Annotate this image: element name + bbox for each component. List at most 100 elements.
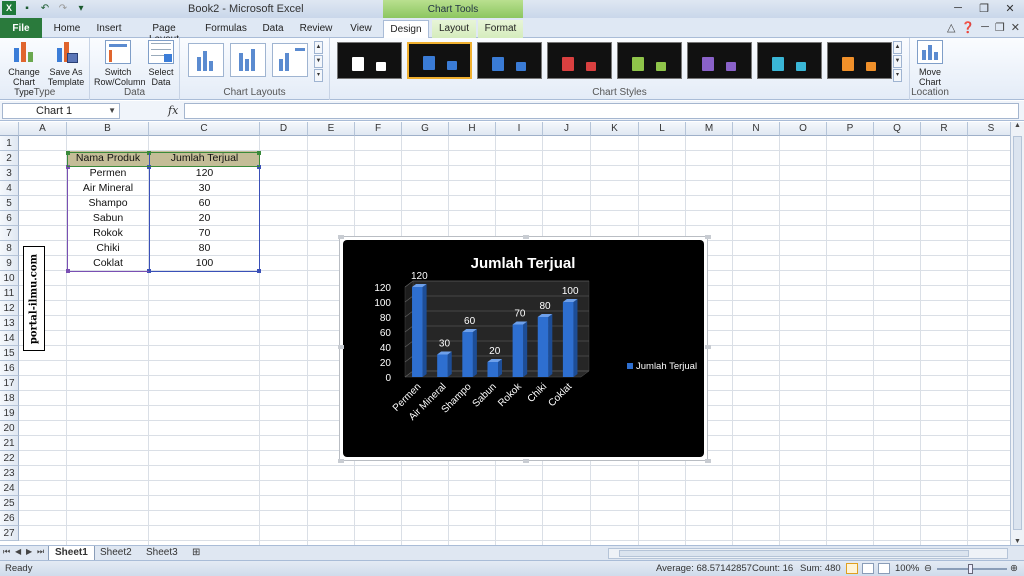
chart-resize-handle[interactable] xyxy=(705,459,711,463)
row-header-16[interactable]: 16 xyxy=(0,361,19,376)
row-header-1[interactable]: 1 xyxy=(0,136,19,151)
column-header-E[interactable]: E xyxy=(308,122,355,136)
row-header-4[interactable]: 4 xyxy=(0,181,19,196)
column-header-P[interactable]: P xyxy=(827,122,874,136)
row-header-5[interactable]: 5 xyxy=(0,196,19,211)
chart-area[interactable]: Jumlah Terjual 0 20 40 60 80 100 120 120 Permen 30… xyxy=(343,240,704,457)
redo-icon[interactable]: ↷ xyxy=(56,1,70,15)
styles-more-icon[interactable]: ▾ xyxy=(893,69,902,82)
customize-qat-icon[interactable]: ▾ xyxy=(74,1,88,15)
layouts-up-icon[interactable]: ▲ xyxy=(314,41,323,54)
row-header-17[interactable]: 17 xyxy=(0,376,19,391)
zoom-out-icon[interactable]: ⊖ xyxy=(924,561,932,576)
undo-icon[interactable]: ↶ xyxy=(38,1,52,15)
chart-style-thumb-6[interactable] xyxy=(687,42,752,79)
chart-resize-handle[interactable] xyxy=(523,459,529,463)
row-header-3[interactable]: 3 xyxy=(0,166,19,181)
save-as-template-button[interactable]: Save As Template xyxy=(46,40,86,87)
horizontal-scrollbar[interactable] xyxy=(608,548,1008,559)
chart-style-thumb-3[interactable] xyxy=(477,42,542,79)
first-sheet-icon[interactable]: ⏮ xyxy=(3,547,10,557)
zoom-level[interactable]: 100% xyxy=(895,561,919,576)
last-sheet-icon[interactable]: ⏭ xyxy=(37,547,44,557)
insert-function-icon[interactable]: fx xyxy=(168,104,178,117)
next-sheet-icon[interactable]: ▶ xyxy=(26,547,32,556)
layouts-scroll[interactable]: ▲ ▼ ▾ xyxy=(314,41,323,82)
save-icon[interactable]: ▪ xyxy=(20,1,34,15)
tab-formulas[interactable]: Formulas xyxy=(203,20,249,38)
column-header-J[interactable]: J xyxy=(543,122,591,136)
workbook-close-icon[interactable]: ✕ xyxy=(1011,21,1020,34)
tab-review[interactable]: Review xyxy=(298,20,334,38)
column-header-G[interactable]: G xyxy=(402,122,449,136)
layout-thumb-2[interactable] xyxy=(230,43,266,77)
prev-sheet-icon[interactable]: ◀ xyxy=(15,547,21,556)
name-box[interactable]: Chart 1 ▼ xyxy=(2,103,120,119)
tab-layout[interactable]: Layout xyxy=(432,20,476,38)
row-header-23[interactable]: 23 xyxy=(0,466,19,481)
page-layout-view-icon[interactable] xyxy=(862,563,874,574)
chart-resize-handle[interactable] xyxy=(338,345,344,349)
chart-resize-handle[interactable] xyxy=(705,235,711,239)
vertical-scroll-thumb[interactable] xyxy=(1013,136,1022,530)
sheet-tab-1[interactable]: Sheet1 xyxy=(48,546,95,560)
scroll-down-icon[interactable]: ▼ xyxy=(1011,538,1024,545)
row-header-18[interactable]: 18 xyxy=(0,391,19,406)
row-header-22[interactable]: 22 xyxy=(0,451,19,466)
column-header-H[interactable]: H xyxy=(449,122,496,136)
column-header-M[interactable]: M xyxy=(686,122,733,136)
minimize-ribbon-icon[interactable]: △ xyxy=(947,21,955,34)
worksheet-grid[interactable]: ABCDEFGHIJKLMNOPQRS 1 2 3 4 5 6 7 8 9 10 11 12 13 14 1… xyxy=(0,122,1024,545)
sheet-tab-2[interactable]: Sheet2 xyxy=(94,546,138,560)
insert-sheet-icon[interactable]: ⊞ xyxy=(186,546,204,560)
chart-resize-handle[interactable] xyxy=(523,235,529,239)
layouts-more-icon[interactable]: ▾ xyxy=(314,69,323,82)
horizontal-scroll-thumb[interactable] xyxy=(619,550,969,557)
row-header-21[interactable]: 21 xyxy=(0,436,19,451)
row-header-7[interactable]: 7 xyxy=(0,226,19,241)
page-break-view-icon[interactable] xyxy=(878,563,890,574)
scroll-up-icon[interactable]: ▲ xyxy=(1011,122,1024,129)
tab-format[interactable]: Format xyxy=(478,20,523,38)
column-header-A[interactable]: A xyxy=(19,122,67,136)
row-header-10[interactable]: 10 xyxy=(0,271,19,286)
chart-style-thumb-4[interactable] xyxy=(547,42,612,79)
layouts-down-icon[interactable]: ▼ xyxy=(314,55,323,68)
workbook-minimize-icon[interactable]: ─ xyxy=(981,21,989,34)
layout-thumb-1[interactable] xyxy=(188,43,224,77)
row-header-27[interactable]: 27 xyxy=(0,526,19,541)
row-header-11[interactable]: 11 xyxy=(0,286,19,301)
styles-scroll[interactable]: ▲ ▼ ▾ xyxy=(893,41,902,82)
sheet-tab-3[interactable]: Sheet3 xyxy=(140,546,184,560)
normal-view-icon[interactable] xyxy=(846,563,858,574)
row-header-8[interactable]: 8 xyxy=(0,241,19,256)
chart-resize-handle[interactable] xyxy=(338,235,344,239)
zoom-in-icon[interactable]: ⊕ xyxy=(1010,561,1018,576)
row-header-26[interactable]: 26 xyxy=(0,511,19,526)
row-header-25[interactable]: 25 xyxy=(0,496,19,511)
row-header-12[interactable]: 12 xyxy=(0,301,19,316)
select-all-corner[interactable] xyxy=(0,122,19,136)
column-header-K[interactable]: K xyxy=(591,122,639,136)
tab-data[interactable]: Data xyxy=(259,20,287,38)
row-header-19[interactable]: 19 xyxy=(0,406,19,421)
column-header-Q[interactable]: Q xyxy=(874,122,921,136)
column-header-S[interactable]: S xyxy=(968,122,1015,136)
column-header-N[interactable]: N xyxy=(733,122,780,136)
column-header-F[interactable]: F xyxy=(355,122,402,136)
column-header-I[interactable]: I xyxy=(496,122,543,136)
select-data-button[interactable]: Select Data xyxy=(144,40,178,87)
chart-resize-handle[interactable] xyxy=(338,459,344,463)
workbook-restore-icon[interactable]: ❐ xyxy=(995,21,1005,34)
tab-insert[interactable]: Insert xyxy=(92,20,126,38)
help-icon[interactable]: ❓ xyxy=(961,21,975,34)
chart-object[interactable]: Jumlah Terjual 0 20 40 60 80 100 120 120 Permen 30… xyxy=(338,235,711,463)
row-header-15[interactable]: 15 xyxy=(0,346,19,361)
restore-icon[interactable]: ❐ xyxy=(972,0,996,16)
layout-thumb-3[interactable] xyxy=(272,43,308,77)
row-header-20[interactable]: 20 xyxy=(0,421,19,436)
row-header-14[interactable]: 14 xyxy=(0,331,19,346)
column-header-L[interactable]: L xyxy=(639,122,686,136)
zoom-slider-thumb[interactable] xyxy=(968,564,973,574)
tab-view[interactable]: View xyxy=(346,20,376,38)
